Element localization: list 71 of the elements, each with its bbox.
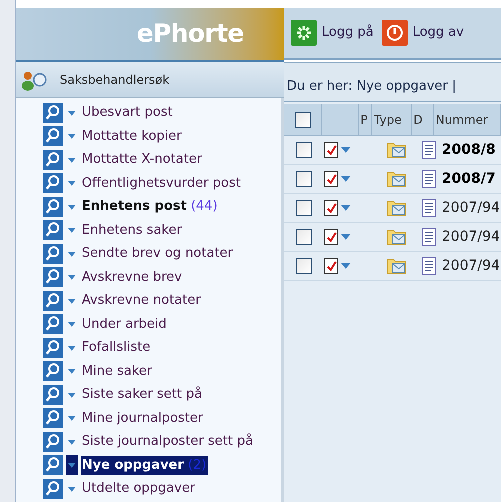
clipboard-icon[interactable] xyxy=(324,257,340,275)
clipboard-icon[interactable] xyxy=(324,170,340,188)
checkbox[interactable] xyxy=(296,200,312,216)
search-icon[interactable] xyxy=(43,220,63,240)
sidebar-item[interactable]: Avskrevne notater xyxy=(81,291,202,310)
search-icon[interactable] xyxy=(43,432,63,452)
column-header[interactable]: P xyxy=(360,110,368,128)
table-cell-text: 2007/94 xyxy=(441,256,500,276)
sidebar-item[interactable]: Mine saker xyxy=(81,362,154,381)
sidebar-item[interactable]: Fofallsliste xyxy=(81,338,152,358)
sidebar-item[interactable]: Offentlighetsvurder post xyxy=(81,174,242,193)
mail-folder-icon xyxy=(386,228,406,246)
sidebar-item[interactable]: Siste journalposter sett på xyxy=(81,432,254,452)
search-icon[interactable] xyxy=(43,478,63,499)
sidebar-item[interactable]: Enhetens saker xyxy=(81,220,184,240)
search-icon[interactable] xyxy=(43,102,63,123)
checkbox[interactable] xyxy=(296,171,312,187)
breadcrumb: Du er her: Nye oppgaver | xyxy=(287,78,456,96)
sidebar-item[interactable]: Mottatte X-notater xyxy=(81,150,204,170)
sparkle-icon[interactable] xyxy=(291,20,317,46)
clipboard-icon[interactable] xyxy=(324,199,340,217)
document-icon xyxy=(422,141,436,159)
column-header[interactable]: D xyxy=(414,110,423,128)
search-icon[interactable] xyxy=(43,244,63,264)
search-icon[interactable] xyxy=(43,384,63,405)
clipboard-icon[interactable] xyxy=(324,141,340,159)
search-icon[interactable] xyxy=(43,173,63,194)
checkbox[interactable] xyxy=(294,112,311,128)
mail-folder-icon xyxy=(386,141,406,159)
mail-folder-icon xyxy=(386,257,406,275)
table-cell-text: 2008/8 xyxy=(441,140,496,160)
search-icon[interactable] xyxy=(43,126,63,146)
search-icon[interactable] xyxy=(43,290,63,311)
table-cell-text: 2008/7 xyxy=(441,170,496,188)
toolbar-button[interactable]: Logg av xyxy=(382,20,464,46)
document-icon xyxy=(422,170,436,188)
table-cell-text: 2007/94 xyxy=(441,198,500,218)
search-icon[interactable] xyxy=(43,361,63,382)
search-icon[interactable] xyxy=(43,267,63,288)
search-icon[interactable] xyxy=(43,408,63,428)
document-icon xyxy=(422,228,436,246)
sidebar-item[interactable]: Ubesvart post xyxy=(81,103,174,122)
sidebar-item[interactable]: Mine journalposter xyxy=(81,408,204,428)
sidebar-item[interactable]: Siste saker sett på xyxy=(81,385,204,404)
checkbox[interactable] xyxy=(296,142,312,158)
sidebar-item[interactable]: Utdelte oppgaver xyxy=(81,479,196,498)
search-icon[interactable] xyxy=(43,314,63,334)
toolbar-button[interactable]: Logg på xyxy=(291,20,374,46)
sidebar-item[interactable]: Mottatte kopier xyxy=(81,126,183,146)
search-icon[interactable] xyxy=(43,150,63,170)
column-header[interactable]: Nummer xyxy=(436,110,488,128)
checkbox[interactable] xyxy=(296,258,312,274)
document-icon xyxy=(422,257,436,275)
search-icon[interactable] xyxy=(43,455,63,476)
search-icon[interactable] xyxy=(43,338,63,358)
table-cell-text: 2007/94 xyxy=(441,228,500,246)
sidebar-item[interactable]: Avskrevne brev xyxy=(81,268,184,287)
sidebar-item[interactable]: Under arbeid xyxy=(81,314,168,334)
checkbox[interactable] xyxy=(296,229,312,245)
mail-folder-icon xyxy=(386,170,406,188)
section-heading: Saksbehandlersøk xyxy=(60,72,170,88)
search-icon[interactable] xyxy=(43,196,63,217)
mail-folder-icon xyxy=(386,199,406,217)
sidebar-item[interactable]: Nye oppgaver (2) xyxy=(81,456,208,475)
sidebar-item[interactable]: Sendte brev og notater xyxy=(81,244,234,264)
sidebar-item[interactable]: Enhetens post (44) xyxy=(81,197,219,216)
caret-icon[interactable] xyxy=(66,455,78,476)
clipboard-icon[interactable] xyxy=(324,228,340,246)
column-header[interactable]: Type xyxy=(374,110,402,128)
document-icon xyxy=(422,199,436,217)
power-icon[interactable] xyxy=(382,20,408,46)
